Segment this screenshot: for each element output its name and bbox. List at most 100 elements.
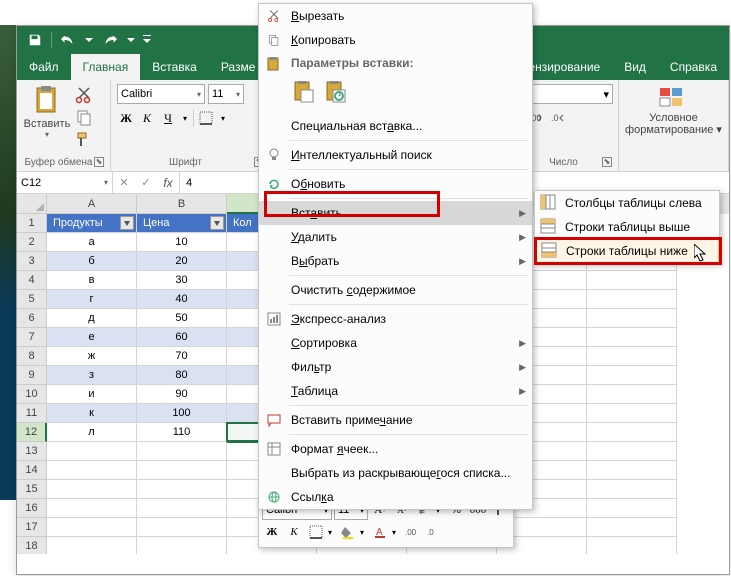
cell[interactable]	[137, 442, 227, 461]
qat-customize-icon[interactable]	[142, 30, 152, 50]
italic-button[interactable]: К	[138, 108, 156, 128]
paste-button[interactable]: Вставить ▾	[23, 84, 71, 148]
underline-button[interactable]: Ч	[159, 108, 177, 128]
row-header[interactable]: 2	[17, 233, 47, 252]
cancel-formula-icon[interactable]: ✕	[113, 176, 135, 189]
cell[interactable]: б	[47, 252, 137, 271]
cm-table[interactable]: Таблица▶	[259, 379, 532, 403]
row-header[interactable]: 14	[17, 461, 47, 480]
cell[interactable]: д	[47, 309, 137, 328]
select-all-corner[interactable]	[17, 194, 47, 214]
row-header[interactable]: 18	[17, 537, 47, 554]
number-launcher-icon[interactable]: ⬊	[602, 157, 612, 167]
cell[interactable]	[137, 518, 227, 537]
mini-dec-decimal-icon[interactable]: .0	[424, 522, 444, 542]
cm-cut[interactable]: Вырезать	[259, 4, 532, 28]
cm-filter[interactable]: Фильтр▶	[259, 355, 532, 379]
cell[interactable]	[587, 328, 677, 347]
cell[interactable]	[587, 461, 677, 480]
col-header-b[interactable]: B	[137, 194, 227, 214]
number-format-combo[interactable]: ▾	[525, 84, 613, 104]
cell[interactable]	[587, 347, 677, 366]
row-header[interactable]: 10	[17, 385, 47, 404]
format-painter-icon[interactable]	[75, 130, 93, 148]
cm-pick-from-list[interactable]: Выбрать из раскрывающегося списка...	[259, 461, 532, 485]
table-header-cell[interactable]: Продукты	[47, 214, 137, 233]
cm-insert-comment[interactable]: Вставить примечание	[259, 408, 532, 432]
tab-file[interactable]: Файл	[17, 54, 71, 80]
cell[interactable]: в	[47, 271, 137, 290]
cm-refresh[interactable]: Обновить	[259, 172, 532, 196]
cm-quick-analysis[interactable]: Экспресс-анализ	[259, 307, 532, 331]
cell[interactable]: л	[47, 423, 137, 442]
borders-button[interactable]	[197, 108, 215, 128]
row-header[interactable]: 6	[17, 309, 47, 328]
mini-fill-color-icon[interactable]	[338, 522, 358, 542]
row-header[interactable]: 11	[17, 404, 47, 423]
sub-cols-left[interactable]: Столбцы таблицы слева	[535, 191, 719, 215]
cm-copy[interactable]: Копировать	[259, 28, 532, 52]
cell[interactable]	[47, 537, 137, 554]
tab-view[interactable]: Вид	[612, 54, 658, 80]
table-header-cell[interactable]: Цена	[137, 214, 227, 233]
cell[interactable]	[137, 480, 227, 499]
cell[interactable]	[587, 518, 677, 537]
paste-option-2-icon[interactable]	[323, 78, 349, 106]
paste-option-1-icon[interactable]	[291, 78, 317, 106]
mini-font-color-icon[interactable]: А	[370, 522, 390, 542]
cm-insert[interactable]: Вставить▶	[259, 201, 532, 225]
col-header-a[interactable]: A	[47, 194, 137, 214]
filter-dropdown-icon[interactable]	[120, 216, 134, 230]
cell[interactable]	[137, 461, 227, 480]
clipboard-launcher-icon[interactable]: ⬊	[94, 157, 104, 167]
row-header[interactable]: 16	[17, 499, 47, 518]
row-header[interactable]: 12	[17, 423, 47, 442]
row-header[interactable]: 3	[17, 252, 47, 271]
cell[interactable]	[47, 499, 137, 518]
cell[interactable]	[47, 461, 137, 480]
fx-icon[interactable]: fx	[157, 176, 179, 190]
cell[interactable]	[587, 499, 677, 518]
cell[interactable]	[587, 537, 677, 554]
cell[interactable]: з	[47, 366, 137, 385]
cell[interactable]	[587, 423, 677, 442]
cm-hyperlink[interactable]: Ссылка	[259, 485, 532, 509]
cell[interactable]	[47, 442, 137, 461]
cell[interactable]: ж	[47, 347, 137, 366]
cell[interactable]	[587, 290, 677, 309]
row-header[interactable]: 8	[17, 347, 47, 366]
borders-dropdown-icon[interactable]: ▾	[218, 108, 228, 128]
cell[interactable]: 100	[137, 404, 227, 423]
cell[interactable]	[587, 404, 677, 423]
cell[interactable]	[47, 518, 137, 537]
font-name-combo[interactable]: Calibri▾	[117, 84, 205, 104]
cell[interactable]: 30	[137, 271, 227, 290]
cell[interactable]: а	[47, 233, 137, 252]
chevron-down-icon[interactable]: ▾	[392, 528, 400, 537]
cell[interactable]: 20	[137, 252, 227, 271]
cell[interactable]	[47, 480, 137, 499]
row-header[interactable]: 9	[17, 366, 47, 385]
confirm-formula-icon[interactable]: ✓	[135, 176, 157, 189]
sub-rows-above[interactable]: Строки таблицы выше	[535, 215, 719, 239]
cell[interactable]: 80	[137, 366, 227, 385]
row-header[interactable]: 13	[17, 442, 47, 461]
redo-icon[interactable]	[100, 30, 120, 50]
filter-dropdown-icon[interactable]	[210, 216, 224, 230]
cm-select[interactable]: Выбрать▶	[259, 249, 532, 273]
cm-clear-contents[interactable]: Очистить содержимое	[259, 278, 532, 302]
cell[interactable]	[587, 271, 677, 290]
mini-bold-button[interactable]: Ж	[262, 522, 282, 542]
cell[interactable]	[587, 366, 677, 385]
cell[interactable]	[587, 480, 677, 499]
conditional-formatting-button[interactable]: Условноеформатирование ▾	[625, 84, 722, 136]
row-header[interactable]: 17	[17, 518, 47, 537]
copy-icon[interactable]	[75, 108, 93, 126]
undo-dropdown-icon[interactable]	[84, 30, 94, 50]
row-header[interactable]: 7	[17, 328, 47, 347]
chevron-down-icon[interactable]: ▾	[328, 528, 336, 537]
mini-borders-icon[interactable]	[306, 522, 326, 542]
cell[interactable]: 10	[137, 233, 227, 252]
cell[interactable]: 60	[137, 328, 227, 347]
row-header[interactable]: 4	[17, 271, 47, 290]
